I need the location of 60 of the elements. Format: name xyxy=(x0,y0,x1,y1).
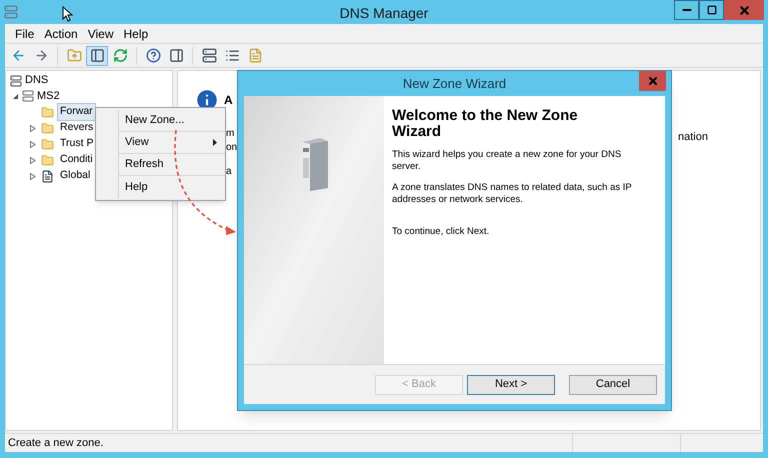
maximize-icon xyxy=(706,5,716,15)
wizard-text: A zone translates DNS names to related data, such as IP addresses or network services. xyxy=(392,182,632,206)
folder-icon xyxy=(41,154,54,166)
menu-item[interactable]: File xyxy=(11,24,38,42)
tree-item[interactable]: DNS xyxy=(25,72,48,89)
panel-button[interactable] xyxy=(86,46,108,66)
folder-up-icon xyxy=(66,48,82,63)
menu-item[interactable]: Action xyxy=(40,24,82,42)
menu-item[interactable]: View xyxy=(84,24,118,42)
menu-item[interactable]: Refresh xyxy=(118,154,225,176)
log-icon xyxy=(41,170,54,182)
refresh-icon xyxy=(112,48,128,63)
folder-icon xyxy=(41,122,54,134)
cancel-button[interactable]: Cancel xyxy=(569,374,657,394)
next-button[interactable]: Next > xyxy=(467,374,555,394)
wizard-heading: Welcome to the New Zone Wizard xyxy=(392,108,579,140)
tree-item[interactable]: MS2 xyxy=(37,88,60,104)
collapse-icon[interactable] xyxy=(12,92,19,100)
details-heading: A xyxy=(224,92,233,109)
expand-icon[interactable] xyxy=(30,140,36,148)
close-button[interactable] xyxy=(639,71,666,91)
tree-item[interactable]: Global xyxy=(57,167,94,185)
app-icon xyxy=(4,5,18,19)
expand-icon[interactable] xyxy=(30,124,36,132)
wizard-text: To continue, click Next. xyxy=(392,225,490,239)
close-icon xyxy=(738,4,750,16)
close-button[interactable] xyxy=(724,0,764,20)
tree-item[interactable]: Revers xyxy=(57,119,96,137)
minimize-button[interactable] xyxy=(674,0,699,20)
panel-icon xyxy=(90,48,104,63)
menu-item[interactable]: New Zone... xyxy=(118,110,225,132)
status-text: Create a new zone. xyxy=(7,436,104,451)
dialog-title: New Zone Wizard xyxy=(402,74,506,93)
details-text: nation xyxy=(678,131,708,143)
panel-icon xyxy=(168,48,184,63)
menu-item[interactable]: Help xyxy=(120,24,152,42)
close-icon xyxy=(646,75,658,87)
document-icon xyxy=(248,48,262,63)
tree-item[interactable]: Trust P xyxy=(57,135,96,153)
list-icon xyxy=(224,48,240,63)
details-text: on xyxy=(226,141,234,155)
folder-icon xyxy=(41,106,54,118)
forward-arrow-icon xyxy=(34,48,48,63)
window-title: DNS Manager xyxy=(338,4,430,23)
details-text: m xyxy=(226,127,234,141)
dns-icon xyxy=(10,74,22,86)
mouse-cursor-icon xyxy=(62,6,73,22)
expand-icon[interactable] xyxy=(30,172,36,180)
menu-item[interactable]: View xyxy=(118,132,225,154)
folder-icon xyxy=(41,138,54,150)
tree-item[interactable]: Forwar xyxy=(57,103,96,121)
server-icon xyxy=(202,48,216,63)
tree-item[interactable]: Conditi xyxy=(57,151,96,169)
expand-icon[interactable] xyxy=(30,156,36,164)
server-icon xyxy=(22,90,34,102)
details-text: a xyxy=(226,165,233,179)
maximize-button[interactable] xyxy=(699,0,724,20)
wizard-text: This wizard helps you create a new zone for your DNS server. xyxy=(392,149,622,173)
help-icon xyxy=(146,48,160,63)
menu-item[interactable]: Help xyxy=(118,176,225,198)
